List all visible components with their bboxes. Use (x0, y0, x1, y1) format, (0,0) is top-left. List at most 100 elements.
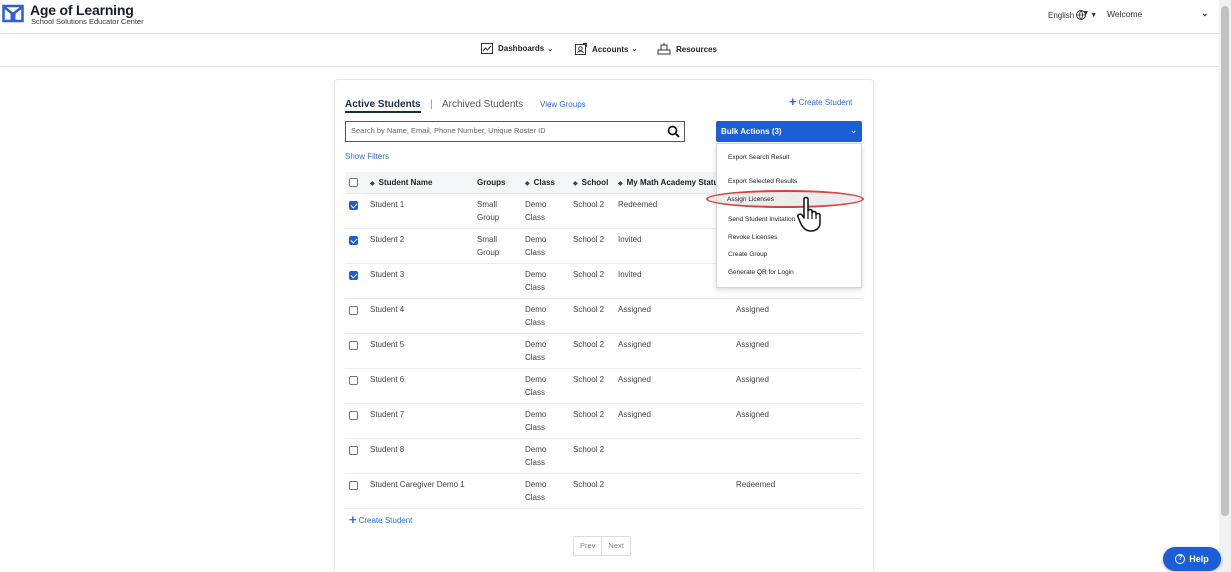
nav-dashboards-label: Dashboards (498, 44, 545, 53)
column-header-class[interactable]: ◆ Class (525, 178, 555, 187)
row-checkbox[interactable] (349, 376, 358, 385)
sort-icon: ◆ (370, 181, 375, 187)
student-name-link[interactable]: Student 7 (370, 408, 404, 421)
menu-item-revoke-licenses[interactable]: Revoke Licenses (728, 234, 778, 241)
next-page-button[interactable]: Next (601, 537, 629, 555)
school-cell: School 2 (573, 410, 605, 419)
row-checkbox[interactable] (349, 201, 358, 210)
table-row: Student 8 Demo Class School 2 (345, 439, 862, 474)
question-icon: ? (1175, 554, 1186, 564)
status-cell: Invited (618, 270, 642, 279)
school-cell: School 2 (573, 340, 605, 349)
student-name-link[interactable]: Student 8 (370, 443, 404, 456)
student-name-link[interactable]: Student Caregiver Demo 1 (370, 478, 465, 491)
logo-subtitle: School Solutions Educator Center (31, 17, 144, 26)
extra-status-cell: Assigned (736, 340, 769, 349)
row-checkbox[interactable] (349, 306, 358, 315)
language-label: English (1048, 10, 1075, 20)
logo-title: Age of Learning (30, 2, 134, 18)
row-checkbox[interactable] (349, 481, 358, 490)
page-scrollbar[interactable] (1219, 0, 1231, 572)
extra-status-cell: Redeemed (736, 480, 776, 489)
bulk-actions-label: Bulk Actions (3) (721, 127, 782, 136)
tab-separator: | (430, 99, 433, 110)
chevron-down-icon: ⌄ (631, 46, 638, 53)
class-cell: Demo Class (525, 340, 547, 362)
menu-item-export-selected-results[interactable]: Export Selected Results (728, 178, 797, 185)
student-name-link[interactable]: Student 6 (370, 373, 404, 386)
language-selector[interactable]: English ▼ (1048, 9, 1097, 21)
status-cell: Redeemed (618, 200, 658, 209)
welcome-menu[interactable]: Welcome (1107, 9, 1142, 19)
status-cell: Invited (618, 235, 642, 244)
row-checkbox[interactable] (349, 411, 358, 420)
extra-status-cell: Assigned (736, 305, 769, 314)
school-cell: School 2 (573, 235, 605, 244)
create-student-label: Create Student (798, 97, 853, 107)
help-button[interactable]: ? Help (1163, 547, 1221, 571)
select-all-checkbox[interactable] (349, 178, 358, 187)
nav-resources[interactable]: Resources (657, 43, 717, 55)
create-student-button[interactable]: + Create Student (789, 94, 853, 109)
student-name-link[interactable]: Student 3 (370, 268, 404, 281)
hand-cursor-icon (797, 196, 821, 232)
tab-active-students[interactable]: Active Students (345, 99, 421, 113)
scrollbar-thumb[interactable] (1221, 6, 1229, 516)
table-row: Student 4 Demo Class School 2 Assigned As… (345, 299, 862, 334)
row-checkbox[interactable] (349, 446, 358, 455)
bulk-actions-button[interactable]: Bulk Actions (3) ⌄ (716, 121, 862, 142)
table-row: Student 6 Demo Class School 2 Assigned As… (345, 369, 862, 404)
menu-item-export-search-result[interactable]: Export Search Result (728, 154, 789, 161)
top-header: Age of Learning School Solutions Educato… (0, 0, 1219, 34)
school-cell: School 2 (573, 480, 605, 489)
search-icon[interactable] (667, 125, 680, 138)
row-checkbox[interactable] (349, 341, 358, 350)
class-cell: Demo Class (525, 375, 547, 397)
status-cell: Assigned (618, 410, 651, 419)
plus-icon: + (789, 94, 797, 109)
plus-icon: + (349, 512, 357, 527)
logo[interactable]: Age of Learning School Solutions Educato… (2, 3, 144, 26)
student-name-link[interactable]: Student 2 (370, 233, 404, 246)
menu-item-send-student-invitation[interactable]: Send Student Invitation (728, 216, 795, 223)
student-name-link[interactable]: Student 1 (370, 198, 404, 211)
sort-icon: ◆ (525, 181, 530, 187)
school-cell: School 2 (573, 200, 605, 209)
menu-item-generate-qr[interactable]: Generate QR for Login (728, 269, 794, 276)
show-filters-link[interactable]: Show Filters (345, 152, 389, 161)
bulk-actions-menu: Export Search Result Export Selected Res… (716, 143, 862, 288)
class-cell: Demo Class (525, 200, 547, 222)
status-cell: Assigned (618, 375, 651, 384)
menu-item-create-group[interactable]: Create Group (728, 251, 767, 258)
student-name-link[interactable]: Student 5 (370, 338, 404, 351)
language-globe-icon (1076, 10, 1089, 20)
student-name-link[interactable]: Student 4 (370, 303, 404, 316)
row-checkbox[interactable] (349, 271, 358, 280)
groups-cell: Small Group (477, 235, 500, 257)
tab-archived-students[interactable]: Archived Students (442, 99, 523, 110)
create-student-bottom-button[interactable]: + Create Student (349, 512, 412, 527)
nav-accounts-label: Accounts (592, 44, 629, 54)
status-cell: Assigned (618, 305, 651, 314)
main-nav: Dashboards ⌄ Accounts ⌄ Resources (0, 34, 1219, 67)
prev-page-button[interactable]: Prev (574, 537, 601, 555)
dashboard-chart-icon (481, 43, 493, 54)
search-input[interactable] (351, 126, 661, 135)
nav-dashboards[interactable]: Dashboards ⌄ (481, 43, 553, 54)
nav-accounts[interactable]: Accounts ⌄ (575, 43, 637, 55)
view-groups-link[interactable]: View Groups (540, 100, 586, 109)
chevron-down-icon[interactable]: ⌄ (1201, 8, 1209, 19)
extra-status-cell: Assigned (736, 375, 769, 384)
column-header-status[interactable]: ◆ My Math Academy Status (618, 178, 723, 187)
menu-item-assign-licenses[interactable]: Assign Licenses (727, 196, 774, 203)
column-header-student-name[interactable]: ◆ Student Name (370, 178, 432, 187)
class-cell: Demo Class (525, 410, 547, 432)
column-header-school[interactable]: ◆ School (573, 178, 608, 187)
class-cell: Demo Class (525, 305, 547, 327)
row-checkbox[interactable] (349, 236, 358, 245)
table-row: Student 7 Demo Class School 2 Assigned As… (345, 404, 862, 439)
help-label: Help (1189, 554, 1209, 564)
column-header-groups: Groups (477, 178, 506, 187)
school-cell: School 2 (573, 375, 605, 384)
nav-resources-label: Resources (676, 44, 717, 54)
